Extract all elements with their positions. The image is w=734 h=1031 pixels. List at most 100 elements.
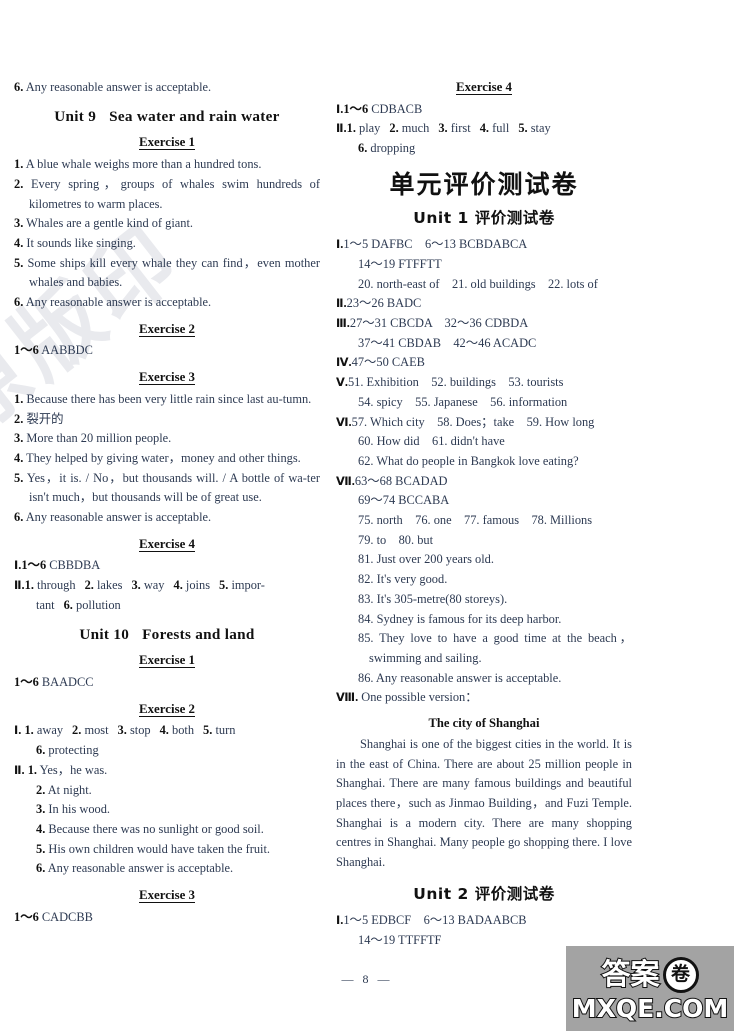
answer-line: Ⅱ.23～26 BADC <box>336 296 422 311</box>
answer-range: 1～6 <box>14 909 39 924</box>
item-text: lakes <box>96 578 123 593</box>
answer-line: Ⅰ.1～6 CDBACB <box>336 101 423 116</box>
item-text: first <box>450 121 471 136</box>
answer-line: 54. spicy 55. Japanese 56. information <box>336 393 632 413</box>
item-number: 3. <box>36 802 46 817</box>
item-text: impor- <box>231 578 265 593</box>
list-item: 4. It sounds like singing. <box>14 234 320 254</box>
item-text: Every spring，groups of whales swim hundr… <box>29 176 320 211</box>
list-item: 5. His own children would have taken the… <box>14 840 320 860</box>
unit-heading-9: Unit 9 Sea water and rain water <box>14 107 320 127</box>
item-number: 4. <box>14 235 24 250</box>
roman-numeral: Ⅵ <box>336 414 349 429</box>
exercise-heading: Exercise 4 <box>456 80 512 95</box>
brand-circle-glyph: 卷 <box>662 956 699 993</box>
exercise-heading: Exercise 2 <box>139 701 195 717</box>
item-number: 1. <box>27 762 38 777</box>
answer-line: Ⅰ.1～6 CBBDBA <box>14 558 101 573</box>
answer-line: 81. Just over 200 years old. <box>336 550 632 570</box>
composition-title: The city of Shanghai <box>428 716 540 731</box>
item-text: play <box>359 121 381 136</box>
answer-content: 86. Any reasonable answer is acceptable. <box>358 670 562 685</box>
answer-line: Ⅱ. 1. Yes，he was. <box>14 762 108 777</box>
answer-line: 1～6 CADCBB <box>14 908 320 928</box>
unit2-test-title: Unit 2 评价测试卷 <box>413 884 555 903</box>
answer-content: 1～5 EDBCF 6～13 BADAABCB <box>343 913 527 928</box>
answer-content: 63～68 BCADAD <box>354 473 448 488</box>
exercise-heading: Exercise 1 <box>139 135 195 151</box>
unit-name: Sea water and rain water <box>109 107 280 125</box>
roman-numeral: Ⅴ <box>336 375 345 390</box>
answer-line: Ⅲ.27～31 CBCDA 32～36 CDBDA <box>336 316 529 331</box>
item-text: tant <box>36 597 55 612</box>
list-item: 1. A blue whale weighs more than a hundr… <box>14 155 320 175</box>
unit-number: Unit 10 <box>79 625 130 643</box>
item-text: protecting <box>48 743 99 758</box>
answer-content: 37～41 CBDAB 42～46 ACADC <box>358 335 537 350</box>
item-text: both <box>172 723 195 738</box>
answer-line: Ⅰ.1～5 DAFBC 6～13 BCBDABCA <box>336 237 528 252</box>
item-text: joins <box>185 578 211 593</box>
item-text: Any reasonable answer is acceptable. <box>47 861 234 876</box>
answer-line: Ⅱ.1. through 2. lakes 3. way 4. joins 5. imp… <box>14 578 265 593</box>
item-number: 2. <box>72 723 82 738</box>
answer-line: Ⅶ.63～68 BCADAD <box>336 473 448 488</box>
answer-content: 79. to 80. but <box>358 532 434 547</box>
list-item: 1. Because there has been very little ra… <box>14 390 320 410</box>
answer-content: 1～5 DAFBC 6～13 BCBDABCA <box>343 237 528 252</box>
answer-content: 54. spicy 55. Japanese 56. information <box>358 394 568 409</box>
item-text: pollution <box>76 597 121 612</box>
item-text: dropping <box>370 141 416 156</box>
item-text: At night. <box>47 782 92 797</box>
item-number: 3. <box>438 121 448 136</box>
list-item: 6. Any reasonable answer is acceptable. <box>14 859 320 879</box>
right-column: Exercise 4 Ⅰ.1～6 CDBACB Ⅱ.1. play 2. much… <box>336 78 632 951</box>
item-number: 5. <box>219 578 229 593</box>
answer-line: 86. Any reasonable answer is acceptable. <box>336 669 632 689</box>
answer-content: 23～26 BADC <box>346 296 422 311</box>
answer-content: 85. They love to have a good time at the… <box>358 631 632 665</box>
item-number: 5. <box>36 841 46 856</box>
item-number: 4. <box>36 821 46 836</box>
item-number: 2. <box>14 176 24 191</box>
answer-line: 84. Sydney is famous for its deep harbor… <box>336 610 632 630</box>
item-number: 2. <box>84 578 94 593</box>
answer-content: 69～74 BCCABA <box>358 493 450 508</box>
roman-numeral: Ⅱ <box>14 578 22 593</box>
item-number: 5. <box>203 723 213 738</box>
answer-line: 6. protecting <box>14 741 320 761</box>
roman-numeral: Ⅳ <box>336 355 349 370</box>
item-text: His own children would have taken the fr… <box>48 841 271 856</box>
item-number: 1. <box>14 391 24 406</box>
item-text: away <box>36 723 64 738</box>
unit-number: Unit 9 <box>54 107 97 125</box>
answer-string: CDBACB <box>371 101 423 116</box>
item-text: 裂开的 <box>26 411 64 426</box>
answer-line: 60. How did 61. didn't have <box>336 432 632 452</box>
answer-content: One possible version： <box>361 690 478 705</box>
list-item: 6. Any reasonable answer is acceptable. <box>14 508 320 528</box>
list-item: 3. More than 20 million people. <box>14 429 320 449</box>
answer-line: 69～74 BCCABA <box>336 491 632 511</box>
brand-watermark: 答案 卷 MXQE.COM <box>566 946 734 1031</box>
two-column-body: 6. Any reasonable answer is acceptable. … <box>0 78 734 958</box>
answer-line: 20. north-east of 21. old buildings 22. … <box>336 275 632 295</box>
list-item: 5. Yes，it is. / No，but thousands will. /… <box>14 469 320 508</box>
answer-range: 1～6 <box>14 674 39 689</box>
answer-content: 83. It's 305-metre(80 storeys). <box>358 591 508 606</box>
item-number: 5. <box>14 470 24 485</box>
item-number: 1. <box>14 157 24 172</box>
exercise-heading: Exercise 2 <box>139 321 195 337</box>
item-number: 3. <box>14 216 24 231</box>
answer-string: CBBDBA <box>49 558 101 573</box>
item-text: stop <box>129 723 151 738</box>
answer-content: 81. Just over 200 years old. <box>358 552 494 567</box>
answer-range: 1～6 <box>21 558 47 573</box>
item-number: 2. <box>389 121 399 136</box>
roman-numeral: Ⅶ <box>336 473 352 488</box>
answer-content: 60. How did 61. didn't have <box>358 434 505 449</box>
roman-numeral: Ⅷ <box>336 690 356 705</box>
item-number: 1. <box>24 578 34 593</box>
answer-line: 1～6 AABBDC <box>14 341 320 361</box>
list-item: 6. Any reasonable answer is acceptable. <box>14 293 320 313</box>
